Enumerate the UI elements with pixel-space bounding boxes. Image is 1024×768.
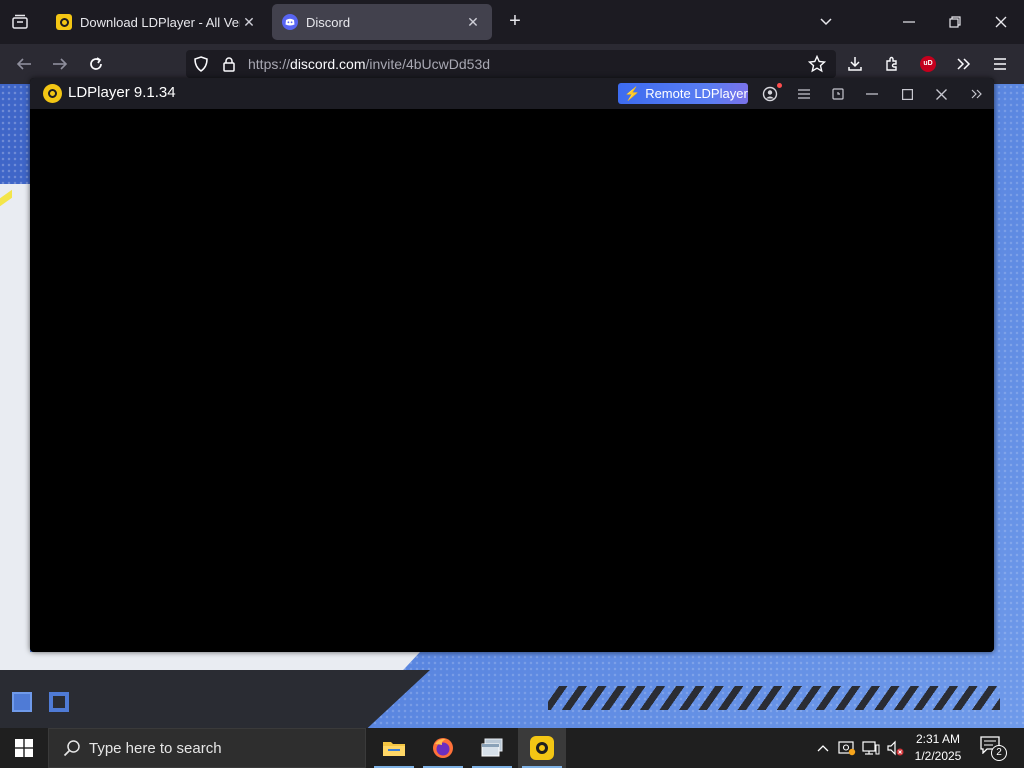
reload-button[interactable] [82,50,110,78]
file-explorer-folder-icon [383,742,405,756]
windows-taskbar: Type here to search 2:31 AM 1/2/2025 2 [0,728,1024,768]
clock-date: 1/2/2025 [914,749,962,763]
user-avatar-icon [762,86,778,102]
notification-count-badge: 2 [991,745,1007,761]
menu-lines-icon [798,89,810,99]
bookmark-star-button[interactable] [803,50,831,78]
new-tab-button[interactable]: + [503,10,527,34]
tab-title: Download LDPlayer - All Versions [80,14,240,30]
back-button[interactable] [10,50,38,78]
restore-window-button[interactable] [940,8,970,36]
update-status-icon [838,741,856,756]
notification-dot [777,83,782,88]
stacked-windows-icon [481,738,503,757]
minimize-icon [866,93,878,95]
speaker-muted-icon [887,740,904,756]
more-tools-button[interactable] [949,50,977,78]
hamburger-menu-icon [994,58,1006,70]
back-arrow-icon [16,58,31,70]
decorative-square-filled [12,692,32,712]
tab-ldplayer-download[interactable]: Download LDPlayer - All Versions ✕ [46,4,268,40]
taskbar-app-windows[interactable] [468,728,516,768]
app-menu-button[interactable] [986,50,1014,78]
chevron-up-icon [817,745,829,752]
download-icon [848,57,862,71]
extensions-button[interactable] [878,50,906,78]
close-window-button[interactable] [986,8,1016,36]
clock-time: 2:31 AM [915,732,961,746]
downloads-button[interactable] [841,50,869,78]
list-all-tabs-button[interactable] [6,9,34,35]
taskbar-firefox[interactable] [419,728,467,768]
ldplayer-title-bar[interactable]: LDPlayer 9.1.34 ⚡ Remote LDPlayer [30,78,994,109]
ldplayer-window[interactable]: LDPlayer 9.1.34 ⚡ Remote LDPlayer [30,78,994,652]
minimize-window-button[interactable] [894,8,924,36]
lock-icon[interactable] [220,55,238,73]
remote-ldplayer-button[interactable]: ⚡ Remote LDPlayer [618,83,748,104]
forward-arrow-icon [53,58,68,70]
ldplayer-taskbar-icon [530,736,554,760]
tab-title: Discord [306,14,351,30]
ldplayer-menu-button[interactable] [794,84,814,104]
lightning-bolt-icon: ⚡ [624,85,641,101]
taskbar-clock[interactable]: 2:31 AM 1/2/2025 [906,731,970,765]
ldplayer-close-button[interactable] [931,84,951,104]
ublock-icon: uD [920,56,936,72]
double-chevron-icon [971,89,982,99]
star-icon [808,55,826,73]
url-path: /invite/4bUcwDd53d [365,56,491,72]
tab-list-icon [12,14,28,29]
forward-button[interactable] [46,50,74,78]
tracking-protection-shield-icon[interactable] [192,55,210,73]
ldplayer-favicon-icon [56,14,72,30]
puzzle-icon [886,56,897,71]
show-hidden-icons-button[interactable] [812,728,834,768]
close-tab-icon[interactable]: ✕ [464,13,482,31]
page-left-panel [0,184,30,672]
ldplayer-emulator-screen[interactable] [30,109,994,652]
discord-favicon-icon [282,14,298,30]
address-bar[interactable]: https://discord.com/invite/4bUcwDd53d [186,50,836,78]
action-center-button[interactable]: 2 [980,736,1007,761]
close-tab-icon[interactable]: ✕ [240,13,258,31]
remote-ldplayer-label: Remote LDPlayer [645,86,748,101]
url-scheme: https:// [248,56,291,72]
url-text[interactable]: https://discord.com/invite/4bUcwDd53d [248,56,490,72]
reload-icon [90,57,102,70]
double-chevron-icon [957,58,971,70]
ldplayer-mini-mode-button[interactable] [828,84,848,104]
browser-tab-bar: Download LDPlayer - All Versions ✕ Disco… [0,0,1024,44]
taskbar-search-box[interactable]: Type here to search [48,728,366,768]
tray-updates-icon-button[interactable] [836,728,858,768]
url-host: discord.com [290,56,366,72]
search-placeholder: Type here to search [89,739,222,757]
maximize-icon [901,88,913,100]
search-icon [61,737,83,759]
tab-overflow-chevron-icon[interactable] [811,8,841,36]
taskbar-ldplayer[interactable] [518,728,566,768]
restore-mini-icon [832,88,844,100]
decorative-stripes [548,686,1000,710]
firefox-icon [433,738,453,758]
page-left-pattern [0,84,30,184]
tab-discord[interactable]: Discord ✕ [272,4,492,40]
ldplayer-maximize-button[interactable] [897,84,917,104]
ldplayer-minimize-button[interactable] [862,84,882,104]
page-bottom-light-band [0,652,420,670]
ldplayer-title: LDPlayer 9.1.34 [68,84,176,101]
windows-logo-icon [15,739,33,757]
taskbar-file-explorer[interactable] [370,728,418,768]
close-icon [935,88,947,100]
ldplayer-sidebar-toggle-button[interactable] [967,84,987,104]
decorative-square-outline [49,692,69,712]
volume-button[interactable] [884,728,906,768]
ldplayer-logo-icon [43,84,62,103]
network-ethernet-icon [862,741,880,755]
start-button[interactable] [0,728,48,768]
ublock-origin-extension-button[interactable]: uD [914,50,942,78]
network-button[interactable] [860,728,882,768]
